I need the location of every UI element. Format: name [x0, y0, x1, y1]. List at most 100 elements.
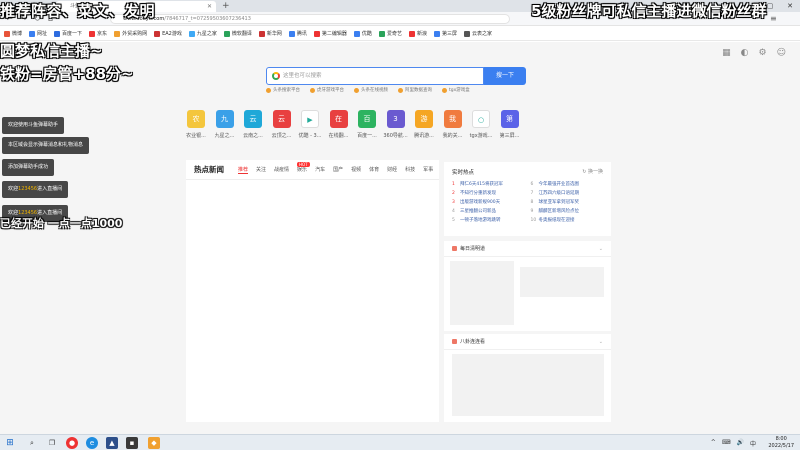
app-label: 农业银...: [186, 133, 206, 139]
app-shortcut[interactable]: 游腾讯游...: [414, 110, 434, 139]
search-engine-icon[interactable]: [272, 72, 280, 80]
news-tab[interactable]: 视频: [351, 166, 361, 173]
hot-search-item[interactable]: 8 球星亚军拿到冠军奖: [531, 199, 604, 206]
quick-link-icon: [398, 87, 403, 93]
url-input[interactable]: www.douyu.com/7846717_t=0725950360723641…: [110, 14, 510, 24]
chat-text: 本区域会显示弹幕消息和礼物消息: [8, 142, 84, 148]
bookmark-label: 微博: [12, 31, 23, 37]
bookmark-item[interactable]: 九星之家: [187, 30, 219, 37]
bookmark-item[interactable]: 第二编辑器: [312, 30, 349, 37]
hot-search-item[interactable]: 5 一顿子落地游戏跳转: [452, 217, 525, 224]
chevron-down-icon[interactable]: ⌄: [599, 246, 603, 252]
search-icon[interactable]: ⌕: [26, 437, 38, 449]
hot-search-item[interactable]: 4 三星推翻公司新品: [452, 208, 525, 215]
chat-text: 欢迎: [8, 186, 19, 192]
settings-icon[interactable]: ⚙: [759, 48, 767, 58]
task-view-icon[interactable]: ❐: [46, 437, 58, 449]
news-tab[interactable]: 汽车: [315, 166, 325, 173]
app-shortcut[interactable]: 云云顶之...: [272, 110, 292, 139]
bookmark-item[interactable]: 网址: [27, 30, 49, 37]
news-tab[interactable]: 关注: [256, 166, 266, 173]
tray-icon[interactable]: 中: [750, 439, 756, 448]
hot-search-item[interactable]: 9 麒麟区新增风险点位: [531, 208, 604, 215]
bookmark-item[interactable]: EA2游戏: [152, 30, 184, 37]
app-shortcuts: 农农业银... 九九星之... 云云南之... 云云顶之... ▶ 优酷 - 3... 在在…: [186, 110, 520, 139]
close-window-button[interactable]: ✕: [780, 0, 800, 12]
bookmark-item[interactable]: 新浪: [407, 30, 429, 37]
search-button[interactable]: 搜一下: [484, 67, 526, 85]
quick-link[interactable]: 虎牙游戏平台: [310, 87, 344, 93]
app-icon: 在: [329, 110, 348, 128]
windows-start-icon[interactable]: ⊞: [4, 437, 16, 449]
news-tab[interactable]: 体育: [369, 166, 379, 173]
bookmark-label: 云表之家: [471, 31, 492, 37]
terminal-icon[interactable]: ▪: [126, 437, 138, 449]
search-input[interactable]: 这里也可以搜索: [266, 67, 484, 85]
close-tab-icon[interactable]: ✕: [207, 1, 212, 12]
tray-icon[interactable]: 🔊: [737, 439, 744, 448]
app-shortcut[interactable]: 第第三屏...: [500, 110, 520, 139]
bookmark-label: 百度一下: [62, 31, 83, 37]
app-label: 优酷 - 3...: [298, 133, 322, 139]
clock[interactable]: 8:00 2022/5/17: [768, 436, 794, 450]
new-tab-button[interactable]: +: [222, 0, 230, 12]
bookmark-item[interactable]: 云表之家: [462, 30, 494, 37]
hot-search-item[interactable]: 2 不知行分重新发现: [452, 190, 525, 197]
hot-search-text: 拜仁6天415将获冠军: [460, 182, 503, 187]
app-shortcut[interactable]: 百百度一...: [357, 110, 377, 139]
bookmark-item[interactable]: 腾讯: [287, 30, 309, 37]
menu-icon[interactable]: ≡: [770, 14, 777, 23]
app-icon[interactable]: ▲: [106, 437, 118, 449]
chevron-down-icon[interactable]: ⌄: [599, 339, 603, 345]
app-shortcut[interactable]: ○ tgx游戏...: [470, 110, 492, 139]
bookmark-item[interactable]: 微软翻译: [222, 30, 254, 37]
hot-search-item[interactable]: 3 出版游戏新规900天: [452, 199, 525, 206]
bookmark-item[interactable]: 百度一下: [52, 30, 84, 37]
news-tab[interactable]: 国产: [333, 166, 343, 173]
app-shortcut[interactable]: 云云南之...: [243, 110, 263, 139]
chrome-icon[interactable]: ●: [66, 437, 78, 449]
app-shortcut[interactable]: 3 360导航...: [383, 110, 408, 139]
content-placeholder: [452, 354, 604, 416]
quick-link[interactable]: 阿里数据查询: [398, 87, 432, 93]
refresh-button[interactable]: ↻ 换一换: [582, 168, 603, 176]
news-tab[interactable]: 战疫情: [274, 166, 289, 173]
app-shortcut[interactable]: 我我的关...: [443, 110, 463, 139]
hot-search-text: 出版游戏新规900天: [460, 200, 501, 205]
app-shortcut[interactable]: ▶ 优酷 - 3...: [298, 110, 322, 139]
bookmark-label: 爱奇艺: [386, 31, 402, 37]
app-shortcut[interactable]: 农农业银...: [186, 110, 206, 139]
edge-icon[interactable]: e: [86, 437, 98, 449]
app-icon: ▶: [301, 110, 319, 128]
quick-link[interactable]: tgx游戏盒: [442, 87, 470, 93]
hot-search-text: 今年最强开业首选图: [538, 182, 580, 187]
text-placeholder: [520, 267, 604, 297]
news-tab[interactable]: 军事: [423, 166, 433, 173]
bookmark-item[interactable]: 优酷: [352, 30, 374, 37]
tray-icon[interactable]: ⌨: [722, 439, 731, 448]
quick-link[interactable]: 头条搜索平台: [266, 87, 300, 93]
news-tab[interactable]: 娱乐: [297, 166, 307, 173]
app-shortcut[interactable]: 九九星之...: [215, 110, 235, 139]
tray-icon[interactable]: ^: [711, 439, 716, 448]
user-icon[interactable]: ☺: [777, 48, 786, 58]
hot-search-item[interactable]: 6 今年最强开业首选图: [531, 181, 604, 188]
app-shortcut[interactable]: 在在线翻...: [329, 110, 349, 139]
bookmark-icon: [313, 30, 320, 37]
bookmark-item[interactable]: 微博: [2, 30, 24, 37]
quick-link[interactable]: 头条在线视频: [354, 87, 388, 93]
news-tab[interactable]: 财经: [387, 166, 397, 173]
bookmark-item[interactable]: 爱奇艺: [377, 30, 404, 37]
theme-icon[interactable]: ◐: [741, 48, 749, 58]
grid-icon[interactable]: ▦: [722, 48, 731, 58]
bookmark-item[interactable]: 外贸采购网: [112, 30, 149, 37]
news-tab[interactable]: 科技: [405, 166, 415, 173]
bookmark-item[interactable]: 京东: [87, 30, 109, 37]
bookmark-item[interactable]: 第三屏: [432, 30, 459, 37]
news-tab[interactable]: 推荐: [238, 166, 249, 174]
douyu-icon[interactable]: ◆: [148, 437, 160, 449]
bookmark-item[interactable]: 新华网: [257, 30, 284, 37]
hot-search-item[interactable]: 7 江苏四六级口语延期: [531, 190, 604, 197]
hot-search-item[interactable]: 10 冬奥报纸现在迎接: [531, 217, 604, 224]
hot-search-item[interactable]: 1 拜仁6天415将获冠军: [452, 181, 525, 188]
